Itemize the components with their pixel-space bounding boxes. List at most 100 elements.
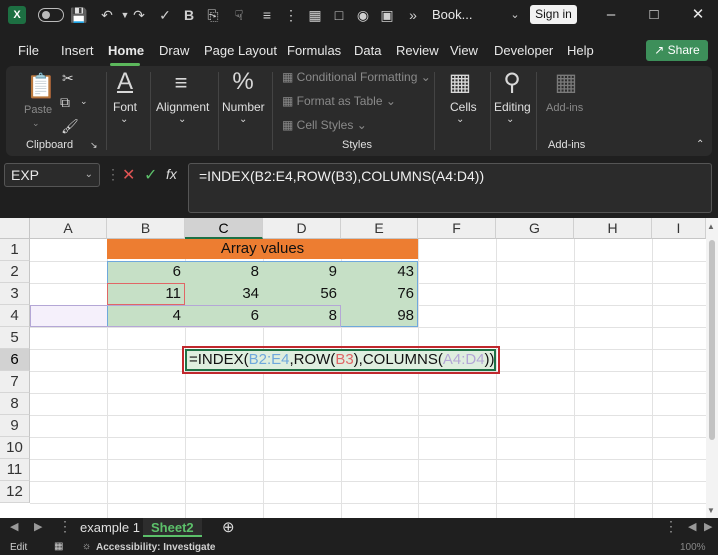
row-header-7[interactable]: 7 xyxy=(0,371,30,393)
editing-label[interactable]: Editing xyxy=(494,100,531,114)
save-icon[interactable]: 💾 xyxy=(70,6,88,24)
tab-view[interactable]: View xyxy=(450,43,478,58)
add-ins-button-label[interactable]: Add-ins xyxy=(546,102,583,114)
paste-clipboard-icon[interactable]: 📋 xyxy=(26,72,56,102)
cell-c4[interactable]: 6 xyxy=(185,305,263,327)
row-header-4[interactable]: 4 xyxy=(0,305,30,327)
alignment-label[interactable]: Alignment xyxy=(156,100,209,114)
sheet-tab-sheet2[interactable]: Sheet2 xyxy=(143,518,202,537)
tab-formulas[interactable]: Formulas xyxy=(287,43,341,58)
paste-label[interactable]: Paste xyxy=(24,104,52,116)
clipboard-launcher-icon[interactable]: ↘ xyxy=(90,140,98,151)
add-sheet-icon[interactable]: ⊕ xyxy=(222,518,235,536)
close-icon[interactable]: ✕ xyxy=(686,4,710,26)
column-header-g[interactable]: G xyxy=(496,218,574,239)
tab-developer[interactable]: Developer xyxy=(494,43,553,58)
macro-record-icon[interactable]: ▦ xyxy=(54,541,63,552)
column-header-c[interactable]: C xyxy=(185,218,263,239)
format-painter-icon[interactable]: ✓ xyxy=(156,6,174,24)
table-icon[interactable]: ▦ xyxy=(306,6,324,24)
number-chevron-icon[interactable]: ⌄ xyxy=(239,114,247,125)
collapse-ribbon-icon[interactable]: ⌃ xyxy=(696,139,704,150)
row-insert-icon[interactable]: ≡ xyxy=(258,6,276,24)
sheet-icon[interactable]: □ xyxy=(330,6,348,24)
cell-e3[interactable]: 76 xyxy=(341,283,418,305)
scroll-up-icon[interactable]: ▲ xyxy=(707,222,715,231)
cell-styles-button[interactable]: ▦ Cell Styles ⌄ xyxy=(282,118,367,132)
column-header-h[interactable]: H xyxy=(574,218,652,239)
image-icon[interactable]: ▣ xyxy=(378,6,396,24)
number-percent-icon[interactable]: % xyxy=(230,68,256,96)
select-all-corner[interactable] xyxy=(0,218,30,239)
more-options-icon[interactable]: ⋮ xyxy=(106,166,120,183)
column-header-d[interactable]: D xyxy=(263,218,341,239)
scroll-sheets-right-icon[interactable]: ▶ xyxy=(34,520,42,533)
row-header-1[interactable]: 1 xyxy=(0,239,30,261)
add-ins-icon[interactable]: ▦ xyxy=(552,68,580,97)
name-box[interactable]: EXP ⌄ xyxy=(4,163,100,187)
maximize-icon[interactable]: □ xyxy=(642,4,666,26)
copy-icon[interactable]: ⧉ xyxy=(60,94,70,111)
tab-draw[interactable]: Draw xyxy=(159,43,189,58)
sign-in-button[interactable]: Sign in xyxy=(530,5,577,24)
insert-function-button[interactable]: fx xyxy=(166,166,177,182)
alignment-chevron-icon[interactable]: ⌄ xyxy=(178,114,186,125)
row-header-12[interactable]: 12 xyxy=(0,481,30,503)
tab-file[interactable]: File xyxy=(18,43,39,58)
column-header-a[interactable]: A xyxy=(30,218,107,239)
cells-label[interactable]: Cells xyxy=(450,100,477,114)
redo-icon[interactable]: ↷ xyxy=(130,6,148,24)
cells-grid-icon[interactable]: ▦ xyxy=(446,68,474,97)
format-painter-brush-icon[interactable]: 🖌 xyxy=(61,118,79,135)
cell-d3[interactable]: 56 xyxy=(263,283,341,305)
column-header-b[interactable]: B xyxy=(107,218,185,239)
vertical-scroll-thumb[interactable] xyxy=(709,240,715,440)
enter-check-icon[interactable]: ✓ xyxy=(144,165,157,185)
name-box-chevron-icon[interactable]: ⌄ xyxy=(85,164,93,186)
scroll-sheets-left-icon[interactable]: ◀ xyxy=(10,520,18,533)
camera-icon[interactable]: ◉ xyxy=(354,6,372,24)
cancel-icon[interactable]: ✕ xyxy=(122,165,135,185)
autosave-toggle[interactable] xyxy=(38,8,64,22)
hscroll-right-icon[interactable]: ▶ xyxy=(704,520,712,533)
cut-icon[interactable]: ✂ xyxy=(62,70,74,87)
scroll-down-icon[interactable]: ▼ xyxy=(707,506,715,515)
zoom-level[interactable]: 100% xyxy=(680,542,706,553)
format-as-table-button[interactable]: ▦ Format as Table ⌄ xyxy=(282,94,396,108)
font-chevron-icon[interactable]: ⌄ xyxy=(120,114,128,125)
column-insert-icon[interactable]: ⋮ xyxy=(282,6,300,24)
editing-chevron-icon[interactable]: ⌄ xyxy=(506,114,514,125)
copy-chevron-icon[interactable]: ⌄ xyxy=(80,96,88,107)
font-label[interactable]: Font xyxy=(113,100,137,114)
array-values-banner[interactable]: Array values xyxy=(107,239,418,259)
cell-b3[interactable]: 11 xyxy=(107,283,185,305)
conditional-formatting-button[interactable]: ▦ Conditional Formatting ⌄ xyxy=(282,70,431,84)
more-sheets-icon[interactable]: ⋮ xyxy=(58,518,72,535)
tab-page-layout[interactable]: Page Layout xyxy=(204,43,277,58)
tab-home[interactable]: Home xyxy=(108,43,144,58)
cell-d2[interactable]: 9 xyxy=(263,261,341,283)
formula-input[interactable]: =INDEX(B2:E4,ROW(B3),COLUMNS(A4:D4)) xyxy=(188,163,712,213)
cell-c3[interactable]: 34 xyxy=(185,283,263,305)
sheet-bar-options-icon[interactable]: ⋮ xyxy=(664,518,678,535)
cell-e4[interactable]: 98 xyxy=(341,305,418,327)
search-icon[interactable]: ⚲ xyxy=(498,68,526,97)
row-header-6[interactable]: 6 xyxy=(0,349,30,371)
paste-chevron-icon[interactable]: ⌄ xyxy=(32,118,40,129)
cells-chevron-icon[interactable]: ⌄ xyxy=(456,114,464,125)
tab-review[interactable]: Review xyxy=(396,43,439,58)
undo-icon[interactable]: ↶ xyxy=(98,6,116,24)
cell-b2[interactable]: 6 xyxy=(107,261,185,283)
number-label[interactable]: Number xyxy=(222,100,265,114)
row-header-10[interactable]: 10 xyxy=(0,437,30,459)
hscroll-left-icon[interactable]: ◀ xyxy=(688,520,696,533)
row-header-5[interactable]: 5 xyxy=(0,327,30,349)
column-header-f[interactable]: F xyxy=(418,218,496,239)
row-header-8[interactable]: 8 xyxy=(0,393,30,415)
minimize-icon[interactable]: – xyxy=(599,4,623,26)
more-commands-icon[interactable]: » xyxy=(404,6,422,24)
cell-b4[interactable]: 4 xyxy=(107,305,185,327)
alignment-icon[interactable]: ≡ xyxy=(166,70,196,96)
column-header-i[interactable]: I xyxy=(652,218,706,239)
column-header-e[interactable]: E xyxy=(341,218,418,239)
